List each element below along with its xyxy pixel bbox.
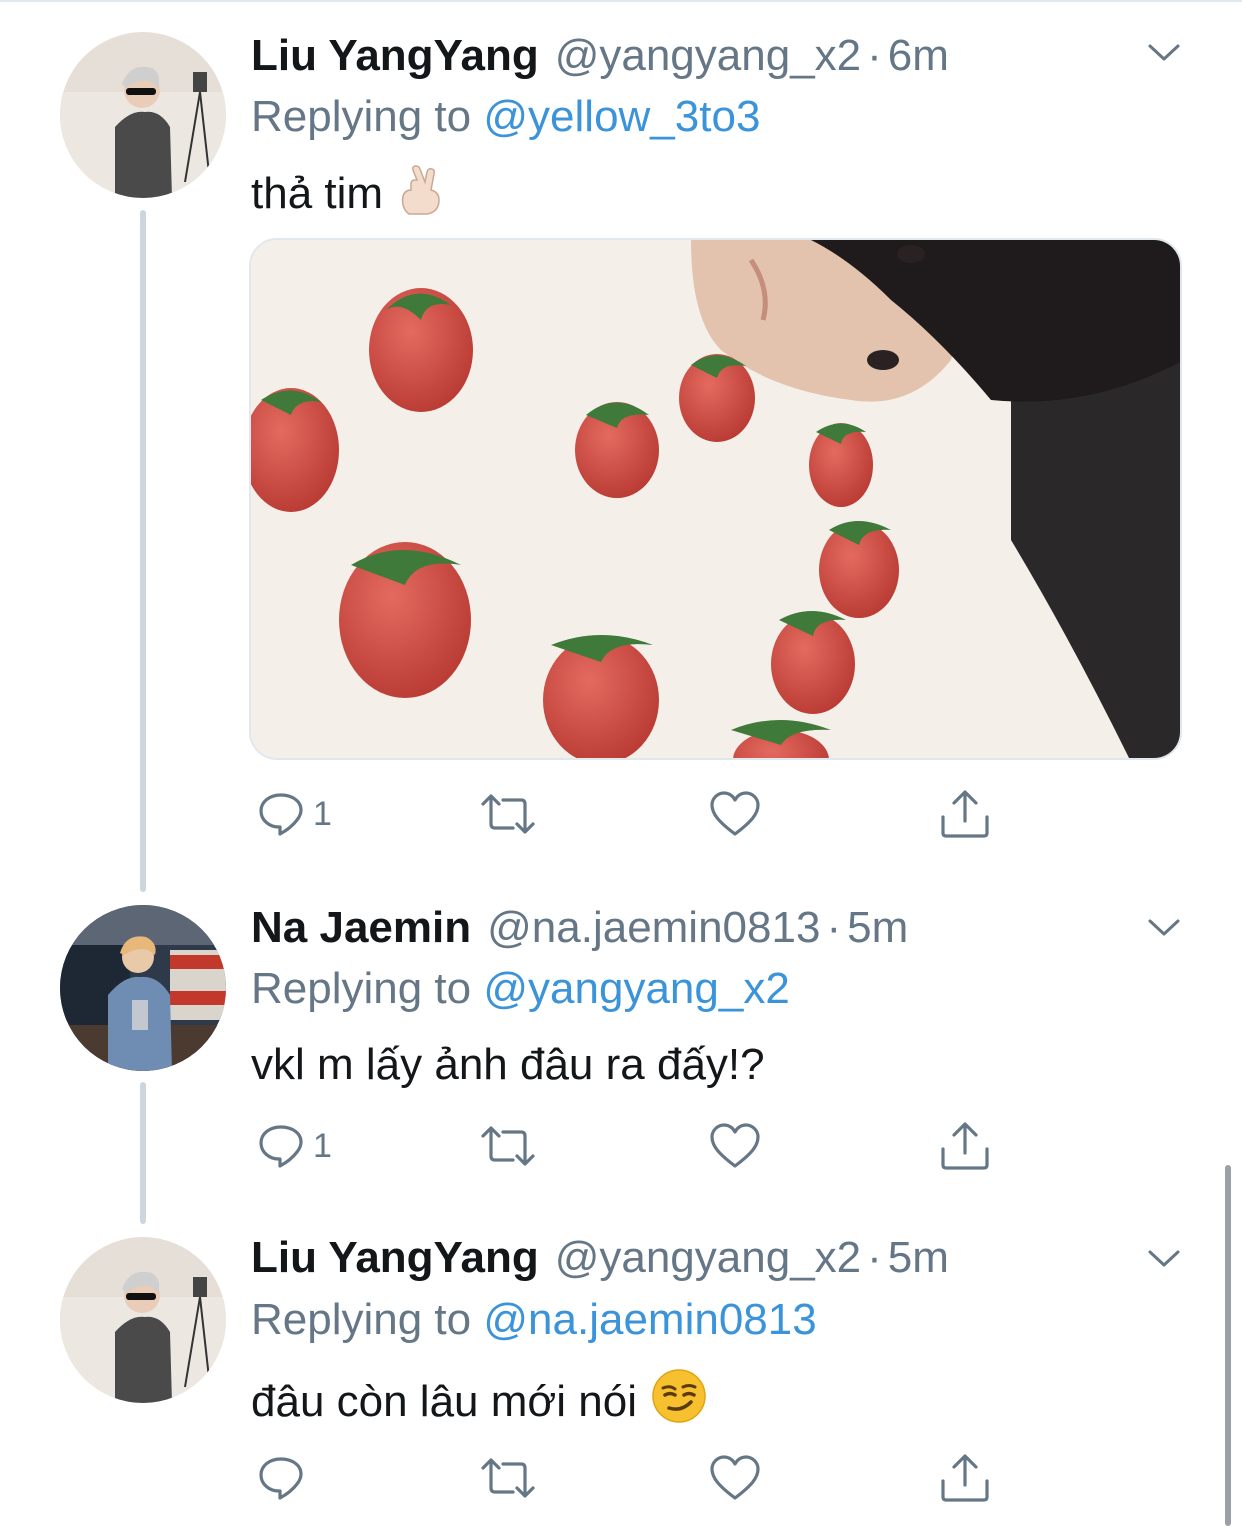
mention-link[interactable]: @na.jaemin0813 [483,1295,816,1344]
replying-to: Replying to @yangyang_x2 [251,961,790,1017]
tweet-actions: 1 [251,786,1011,842]
tweet[interactable]: Na Jaemin @na.jaemin0813 · 5m Replying t… [0,880,1242,1210]
retweet-button[interactable] [479,1118,537,1174]
like-button[interactable] [709,786,761,842]
tweet-header: Liu YangYang @yangyang_x2 · 6m [251,26,949,86]
tweet[interactable]: Liu YangYang @yangyang_x2 · 5m Replying … [0,1210,1242,1526]
retweet-button[interactable] [479,1450,537,1506]
replying-prefix: Replying to [251,92,472,141]
like-button[interactable] [709,1118,761,1174]
reply-button[interactable] [257,1450,313,1506]
like-icon [710,1455,760,1500]
separator-dot: · [826,903,842,952]
display-name[interactable]: Liu YangYang [251,1228,539,1288]
tweet-actions [251,1450,1011,1506]
like-button[interactable] [709,1450,761,1506]
tweet-text: vkl m lấy ảnh đâu ra đấy!? [251,1040,765,1089]
avatar[interactable] [60,905,226,1071]
like-icon [710,1123,760,1168]
tweet-text-content: đâu còn lâu mới nói [251,1377,637,1426]
scrollbar[interactable] [1225,1165,1231,1526]
reply-count: 1 [313,794,332,833]
timestamp[interactable]: 6m [888,26,949,86]
strawberry [369,288,473,412]
chevron-down-icon[interactable] [1146,915,1182,939]
share-button[interactable] [939,1118,991,1174]
tweet-header: Liu YangYang @yangyang_x2 · 5m [251,1228,949,1288]
reply-button[interactable]: 1 [257,1118,332,1174]
retweet-icon [481,794,535,834]
reply-icon [259,1125,303,1168]
tweet-image[interactable] [249,238,1182,760]
avatar[interactable] [60,32,226,198]
chevron-down-icon[interactable] [1146,40,1182,64]
handle[interactable]: @yangyang_x2 [555,1228,861,1288]
retweet-icon [481,1126,535,1166]
timestamp[interactable]: 5m [888,1228,949,1288]
display-name[interactable]: Na Jaemin [251,898,471,958]
strawberry [679,354,755,442]
tweet-header: Na Jaemin @na.jaemin0813 · 5m [251,898,908,958]
avatar[interactable] [60,1237,226,1403]
reply-button[interactable]: 1 [257,786,332,842]
retweet-icon [481,1458,535,1498]
tweet-text: đâu còn lâu mới nói [251,1368,707,1438]
separator-dot: · [867,1233,882,1282]
retweet-button[interactable] [479,786,537,842]
share-icon [941,790,989,838]
chevron-down-icon[interactable] [1146,1246,1182,1270]
tweet-actions: 1 [251,1118,1011,1174]
display-name[interactable]: Liu YangYang [251,26,539,86]
share-button[interactable] [939,1450,991,1506]
tweet-text: thả tim [251,164,445,230]
share-button[interactable] [939,786,991,842]
tweet-text-content: thả tim [251,169,384,218]
separator-dot: · [867,31,882,80]
like-icon [710,791,760,836]
share-icon [941,1122,989,1170]
share-icon [941,1454,989,1502]
strawberry [575,402,659,498]
mention-link[interactable]: @yangyang_x2 [483,964,789,1013]
tweet[interactable]: Liu YangYang @yangyang_x2 · 6m Replying … [0,0,1242,880]
replying-prefix: Replying to [251,1295,472,1344]
strawberry [339,542,471,698]
reply-icon [259,1457,303,1500]
reply-icon [259,793,303,836]
crossed-fingers-emoji [397,164,445,230]
replying-to: Replying to @na.jaemin0813 [251,1292,817,1348]
handle[interactable]: @yangyang_x2 [555,26,861,86]
replying-to: Replying to @yellow_3to3 [251,89,760,145]
timestamp[interactable]: 5m [847,898,908,958]
handle[interactable]: @na.jaemin0813 [487,898,820,958]
strawberry [809,423,873,507]
strawberry [731,720,831,758]
mention-link[interactable]: @yellow_3to3 [483,92,760,141]
replying-prefix: Replying to [251,964,472,1013]
reply-count: 1 [313,1126,332,1165]
smirking-face-emoji [651,1368,707,1438]
